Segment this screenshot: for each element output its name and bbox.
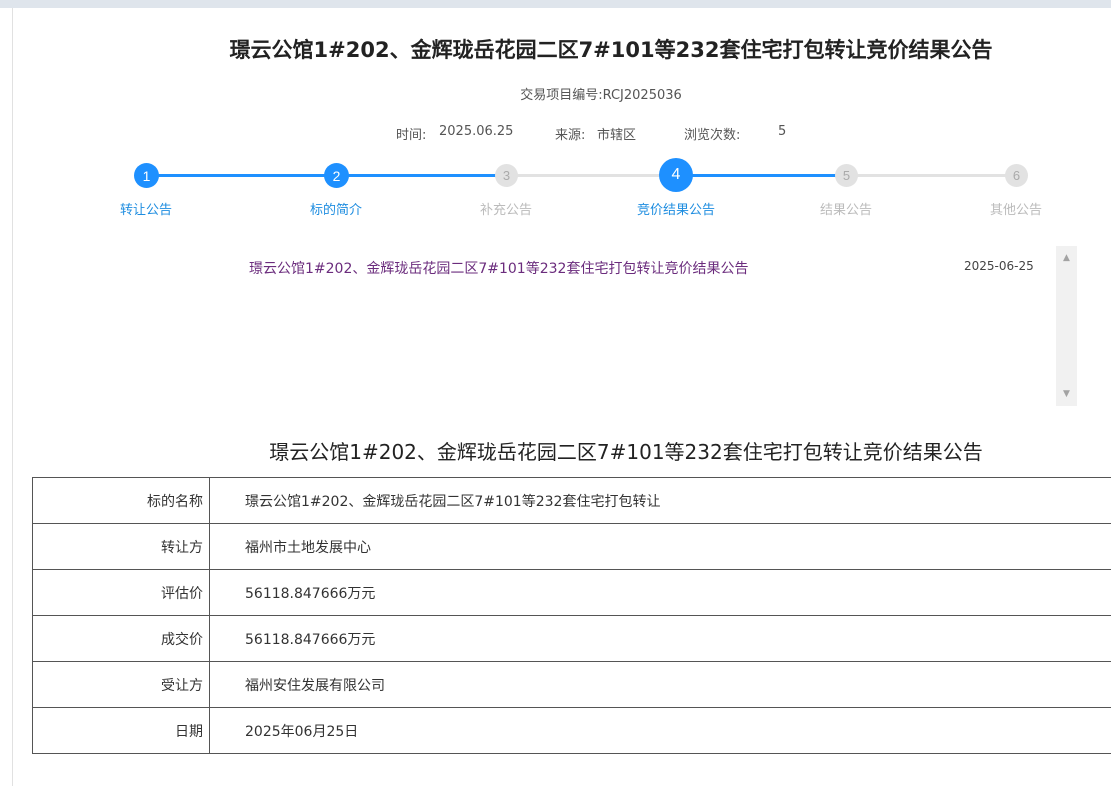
step-5-circle[interactable]: 5 bbox=[835, 164, 858, 187]
table-row: 标的名称 璟云公馆1#202、金辉珑岳花园二区7#101等232套住宅打包转让 bbox=[32, 477, 1111, 524]
step-connector bbox=[846, 174, 1016, 177]
step-3-label[interactable]: 补充公告 bbox=[480, 199, 532, 218]
views-label: 浏览次数: bbox=[684, 128, 741, 143]
row-key: 转让方 bbox=[32, 523, 210, 570]
row-key: 日期 bbox=[32, 707, 210, 754]
step-connector bbox=[506, 174, 676, 177]
row-key: 标的名称 bbox=[32, 477, 210, 524]
source-value: 市辖区 bbox=[597, 128, 637, 143]
time-value: 2025.06.25 bbox=[439, 124, 514, 139]
table-row: 转让方 福州市土地发展中心 bbox=[32, 523, 1111, 570]
row-value: 福州市土地发展中心 bbox=[209, 523, 1111, 570]
step-4-circle[interactable]: 4 bbox=[659, 158, 693, 192]
table-row: 受让方 福州安住发展有限公司 bbox=[32, 661, 1111, 708]
row-value: 56118.847666万元 bbox=[209, 569, 1111, 616]
section-title: 璟云公馆1#202、金辉珑岳花园二区7#101等232套住宅打包转让竞价结果公告 bbox=[269, 440, 983, 464]
step-5-label[interactable]: 结果公告 bbox=[820, 199, 872, 218]
table-row: 成交价 56118.847666万元 bbox=[32, 615, 1111, 662]
source-label: 来源: bbox=[555, 128, 586, 143]
step-4-label[interactable]: 竞价结果公告 bbox=[637, 199, 715, 218]
step-2-label[interactable]: 标的简介 bbox=[310, 199, 362, 218]
left-border-line bbox=[12, 8, 13, 786]
row-value: 56118.847666万元 bbox=[209, 615, 1111, 662]
views-count: 5 bbox=[778, 124, 787, 139]
table-row: 日期 2025年06月25日 bbox=[32, 707, 1111, 754]
step-connector bbox=[146, 174, 336, 177]
step-3-circle[interactable]: 3 bbox=[495, 164, 518, 187]
step-2-circle[interactable]: 2 bbox=[324, 163, 349, 188]
time-label: 时间: bbox=[396, 128, 427, 143]
scroll-up-arrow-icon[interactable]: ▲ bbox=[1056, 250, 1077, 266]
row-value: 福州安住发展有限公司 bbox=[209, 661, 1111, 708]
row-key: 评估价 bbox=[32, 569, 210, 616]
scroll-down-arrow-icon[interactable]: ▼ bbox=[1056, 386, 1077, 402]
announcement-date: 2025-06-25 bbox=[964, 259, 1034, 273]
step-1-circle[interactable]: 1 bbox=[134, 163, 159, 188]
detail-table: 标的名称 璟云公馆1#202、金辉珑岳花园二区7#101等232套住宅打包转让 … bbox=[32, 477, 1111, 754]
announcement-link[interactable]: 璟云公馆1#202、金辉珑岳花园二区7#101等232套住宅打包转让竞价结果公告 bbox=[249, 258, 748, 278]
top-border-strip bbox=[0, 0, 1111, 8]
step-1-label[interactable]: 转让公告 bbox=[120, 199, 172, 218]
project-number: 交易项目编号:RCJ2025036 bbox=[520, 88, 682, 103]
step-6-label[interactable]: 其他公告 bbox=[990, 199, 1042, 218]
row-key: 成交价 bbox=[32, 615, 210, 662]
table-row: 评估价 56118.847666万元 bbox=[32, 569, 1111, 616]
list-scrollbar[interactable]: ▲ ▼ bbox=[1056, 246, 1077, 406]
row-value: 2025年06月25日 bbox=[209, 707, 1111, 754]
step-connector bbox=[676, 174, 846, 177]
step-connector bbox=[336, 174, 506, 177]
row-key: 受让方 bbox=[32, 661, 210, 708]
row-value: 璟云公馆1#202、金辉珑岳花园二区7#101等232套住宅打包转让 bbox=[209, 477, 1111, 524]
step-6-circle[interactable]: 6 bbox=[1005, 164, 1028, 187]
page-title: 璟云公馆1#202、金辉珑岳花园二区7#101等232套住宅打包转让竞价结果公告 bbox=[229, 38, 993, 62]
